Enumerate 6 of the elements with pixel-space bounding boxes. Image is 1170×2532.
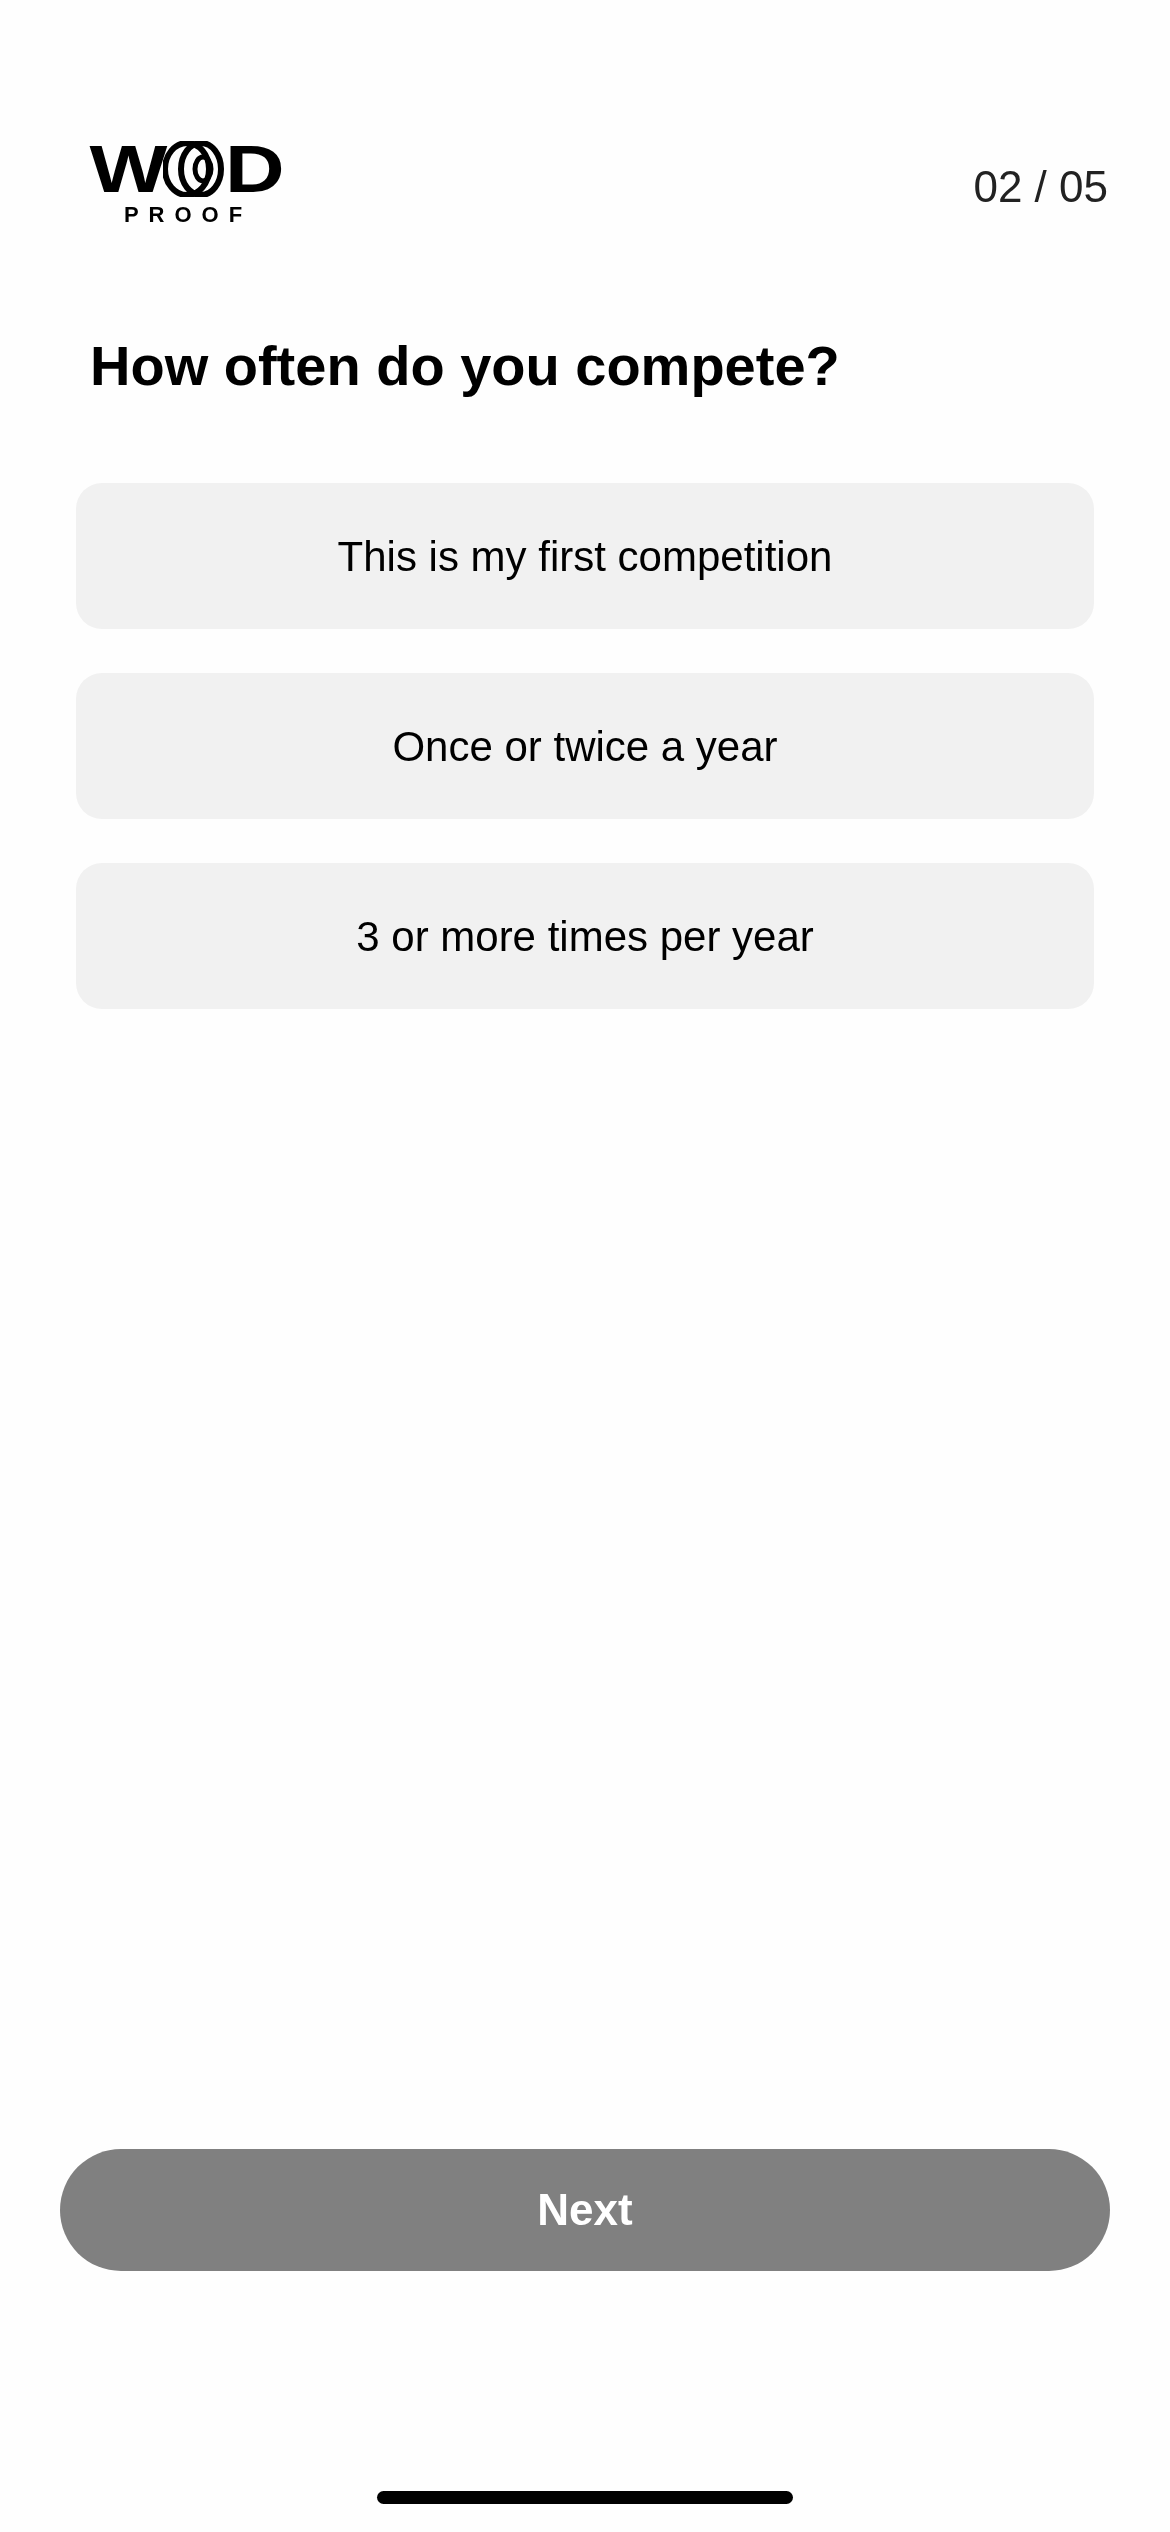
answer-option[interactable]: Once or twice a year xyxy=(76,673,1094,819)
logo: W D PROOF xyxy=(89,136,286,226)
question-title: How often do you compete? xyxy=(90,333,841,399)
answer-option[interactable]: This is my first competition xyxy=(76,483,1094,629)
answer-option[interactable]: 3 or more times per year xyxy=(76,863,1094,1009)
step-counter: 02 / 05 xyxy=(973,161,1108,213)
